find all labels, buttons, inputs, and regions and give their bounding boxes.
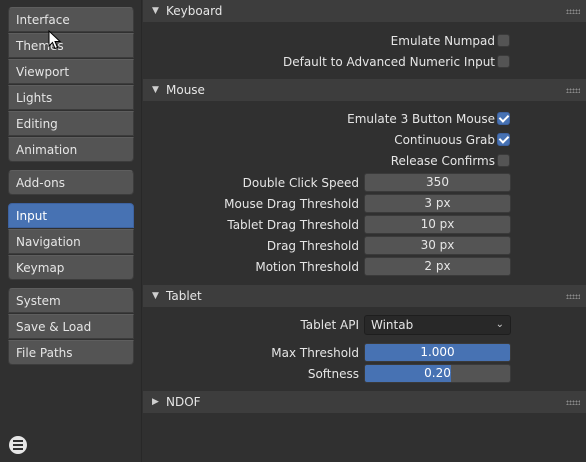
- mouse-drag-threshold-field[interactable]: 3 px: [364, 194, 511, 213]
- max-threshold-slider[interactable]: 1.000: [364, 343, 511, 362]
- drag-threshold-field[interactable]: 30 px: [364, 236, 511, 255]
- panel-header-tablet[interactable]: ▼ Tablet: [143, 285, 586, 307]
- default-adv-numeric-label: Default to Advanced Numeric Input: [282, 55, 495, 69]
- tablet-api-dropdown[interactable]: Wintab ⌄: [364, 315, 511, 335]
- continuous-grab-checkbox[interactable]: [497, 133, 510, 146]
- sidebar-item-keymap[interactable]: Keymap: [8, 255, 134, 280]
- drag-grip-icon[interactable]: [566, 88, 580, 93]
- release-confirms-checkbox[interactable]: [497, 154, 510, 167]
- motion-threshold-row: Motion Threshold 2 px: [143, 257, 586, 277]
- motion-threshold-field[interactable]: 2 px: [364, 257, 511, 276]
- preferences-main: ▼ Keyboard Emulate Numpad Default to Adv…: [143, 0, 586, 462]
- sidebar-item-input[interactable]: Input: [8, 203, 134, 228]
- panel-title: NDOF: [166, 395, 201, 409]
- sidebar-group-input: Input Navigation Keymap: [8, 203, 134, 281]
- sidebar-item-editing[interactable]: Editing: [8, 111, 134, 136]
- panel-header-ndof[interactable]: ▶ NDOF: [143, 391, 586, 413]
- sidebar-item-addons[interactable]: Add-ons: [8, 170, 134, 195]
- softness-label: Softness: [307, 367, 359, 381]
- release-confirms-label: Release Confirms: [390, 154, 495, 168]
- double-click-speed-row: Double Click Speed 350: [143, 173, 586, 193]
- panel-title: Keyboard: [166, 4, 223, 18]
- sidebar-item-interface[interactable]: Interface: [8, 7, 134, 32]
- softness-value: 0.20: [424, 366, 451, 380]
- emulate-numpad-row: Emulate Numpad: [143, 31, 586, 51]
- triangle-down-icon: ▼: [152, 6, 159, 16]
- triangle-down-icon: ▼: [152, 291, 159, 301]
- sidebar-item-themes[interactable]: Themes: [8, 33, 134, 58]
- max-threshold-value: 1.000: [420, 345, 455, 359]
- mouse-drag-threshold-label: Mouse Drag Threshold: [224, 197, 359, 211]
- panel-title: Tablet: [166, 289, 202, 303]
- emulate-3-button-checkbox[interactable]: [497, 112, 510, 125]
- release-confirms-row: Release Confirms: [143, 151, 586, 171]
- triangle-right-icon: ▶: [152, 397, 159, 407]
- emulate-3-button-label: Emulate 3 Button Mouse: [347, 112, 495, 126]
- mouse-pointer-icon: [48, 30, 62, 50]
- sidebar-item-lights[interactable]: Lights: [8, 85, 134, 110]
- sidebar-item-system[interactable]: System: [8, 288, 134, 313]
- emulate-numpad-checkbox[interactable]: [497, 34, 510, 47]
- drag-grip-icon[interactable]: [566, 9, 580, 14]
- continuous-grab-row: Continuous Grab: [143, 130, 586, 150]
- tablet-api-value: Wintab: [371, 318, 414, 332]
- triangle-down-icon: ▼: [152, 85, 159, 95]
- motion-threshold-label: Motion Threshold: [255, 260, 359, 274]
- mouse-drag-threshold-row: Mouse Drag Threshold 3 px: [143, 194, 586, 214]
- sidebar-group-addons: Add-ons: [8, 170, 134, 196]
- drag-grip-icon[interactable]: [566, 400, 580, 405]
- panel-title: Mouse: [166, 83, 205, 97]
- tablet-api-label: Tablet API: [300, 318, 359, 332]
- max-threshold-row: Max Threshold 1.000: [143, 343, 586, 363]
- sidebar-item-save-load[interactable]: Save & Load: [8, 314, 134, 339]
- double-click-speed-label: Double Click Speed: [242, 176, 359, 190]
- tablet-drag-threshold-label: Tablet Drag Threshold: [227, 218, 359, 232]
- drag-threshold-row: Drag Threshold 30 px: [143, 236, 586, 256]
- sidebar-item-viewport[interactable]: Viewport: [8, 59, 134, 84]
- drag-threshold-label: Drag Threshold: [266, 239, 359, 253]
- panel-header-mouse[interactable]: ▼ Mouse: [143, 79, 586, 101]
- double-click-speed-field[interactable]: 350: [364, 173, 511, 192]
- drag-grip-icon[interactable]: [566, 294, 580, 299]
- sidebar-group-display: Interface Themes Viewport Lights Editing…: [8, 7, 134, 163]
- softness-slider[interactable]: 0.20: [364, 364, 511, 383]
- default-adv-numeric-row: Default to Advanced Numeric Input: [143, 52, 586, 72]
- sidebar-group-system: System Save & Load File Paths: [8, 288, 134, 366]
- panel-header-keyboard[interactable]: ▼ Keyboard: [143, 0, 586, 22]
- softness-row: Softness 0.20: [143, 364, 586, 384]
- chevron-down-icon: ⌄: [495, 319, 504, 330]
- continuous-grab-label: Continuous Grab: [394, 133, 495, 147]
- emulate-3-button-row: Emulate 3 Button Mouse: [143, 109, 586, 129]
- max-threshold-label: Max Threshold: [271, 346, 359, 360]
- default-adv-numeric-checkbox[interactable]: [497, 55, 510, 68]
- sidebar-item-file-paths[interactable]: File Paths: [8, 340, 134, 365]
- preferences-sidebar: Interface Themes Viewport Lights Editing…: [0, 0, 142, 462]
- sidebar-item-navigation[interactable]: Navigation: [8, 229, 134, 254]
- tablet-drag-threshold-field[interactable]: 10 px: [364, 215, 511, 234]
- tablet-api-row: Tablet API Wintab ⌄: [143, 315, 586, 335]
- hamburger-icon[interactable]: [9, 436, 27, 454]
- tablet-drag-threshold-row: Tablet Drag Threshold 10 px: [143, 215, 586, 235]
- emulate-numpad-label: Emulate Numpad: [390, 34, 495, 48]
- sidebar-item-animation[interactable]: Animation: [8, 137, 134, 162]
